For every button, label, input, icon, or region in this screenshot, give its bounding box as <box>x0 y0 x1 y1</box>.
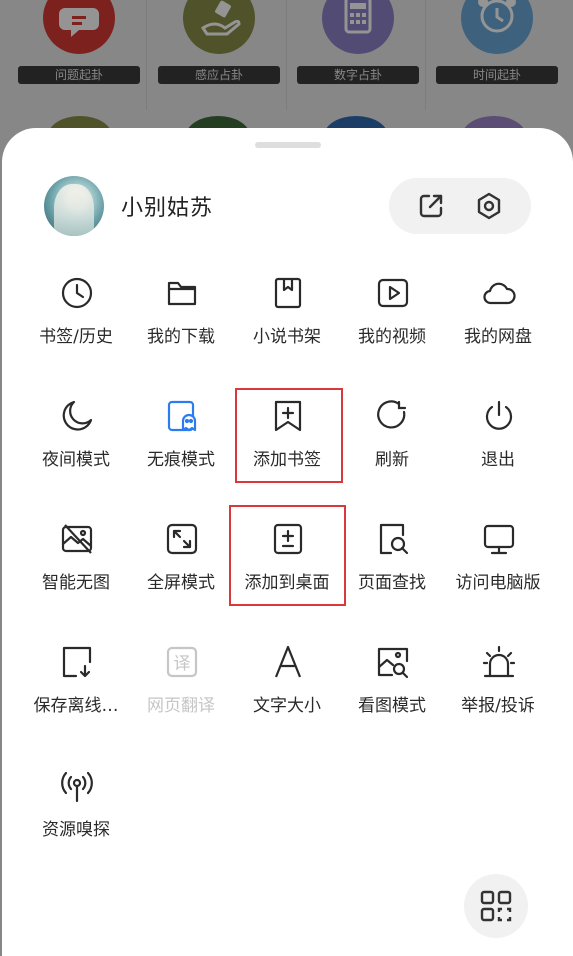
grid-apps-button[interactable] <box>464 874 528 938</box>
translate-icon: 译 <box>165 645 199 679</box>
menu-item-incognito[interactable]: 无痕模式 <box>129 399 233 499</box>
menu-item-label: 小说书架 <box>253 327 321 347</box>
username[interactable]: 小别姑苏 <box>121 190 213 222</box>
menu-item-downloads[interactable]: 我的下载 <box>129 276 233 376</box>
menu-item-my-videos[interactable]: 我的视频 <box>340 276 444 376</box>
folder-icon <box>165 276 199 310</box>
menu-item-label: 全屏模式 <box>147 573 215 593</box>
menu-item-label: 无痕模式 <box>147 450 215 470</box>
menu-item-label: 资源嗅探 <box>42 820 110 840</box>
menu-item-translate[interactable]: 译 网页翻译 <box>129 645 233 745</box>
menu-item-novel-shelf[interactable]: 小说书架 <box>235 276 339 376</box>
grid-apps-icon <box>480 890 512 922</box>
page-search-icon <box>376 522 410 556</box>
no-image-icon <box>60 522 94 556</box>
menu-item-resource-sniff[interactable]: 资源嗅探 <box>24 769 128 869</box>
text-size-icon <box>271 645 305 679</box>
menu-item-label: 我的下载 <box>147 327 215 347</box>
menu-item-report[interactable]: 举报/投诉 <box>446 645 550 745</box>
bookshelf-icon <box>271 276 305 310</box>
monitor-icon <box>482 522 516 556</box>
share-icon[interactable] <box>415 190 447 222</box>
menu-item-label: 退出 <box>481 450 515 470</box>
moon-icon <box>60 399 94 433</box>
highlight-box-add-to-desktop <box>229 505 346 606</box>
fullscreen-icon <box>165 522 199 556</box>
ghost-icon <box>165 399 199 433</box>
menu-item-label: 网页翻译 <box>147 696 215 716</box>
svg-text:译: 译 <box>174 654 191 674</box>
menu-item-page-search[interactable]: 页面查找 <box>340 522 444 622</box>
menu-item-smart-no-image[interactable]: 智能无图 <box>24 522 128 622</box>
menu-item-night-mode[interactable]: 夜间模式 <box>24 399 128 499</box>
power-icon <box>482 399 516 433</box>
menu-bottom-sheet: 小别姑苏 书签/历史 我的下载 小说书架 我的视频 我的网盘 夜间模式 无痕模式… <box>2 128 573 956</box>
menu-item-label: 书签/历史 <box>39 327 113 347</box>
menu-item-label: 保存离线… <box>33 696 119 716</box>
menu-item-label: 举报/投诉 <box>461 696 535 716</box>
clock-icon <box>60 276 94 310</box>
menu-item-bookmarks-history[interactable]: 书签/历史 <box>24 276 128 376</box>
menu-item-label: 刷新 <box>375 450 409 470</box>
menu-item-refresh[interactable]: 刷新 <box>340 399 444 499</box>
drag-handle[interactable] <box>255 142 321 148</box>
video-play-icon <box>376 276 410 310</box>
image-view-icon <box>376 645 410 679</box>
settings-icon[interactable] <box>473 190 505 222</box>
avatar[interactable] <box>44 176 104 236</box>
menu-item-text-size[interactable]: 文字大小 <box>235 645 339 745</box>
alarm-light-icon <box>482 645 516 679</box>
menu-item-label: 我的网盘 <box>464 327 532 347</box>
menu-item-label: 文字大小 <box>253 696 321 716</box>
cloud-icon <box>482 276 516 310</box>
highlight-box-add-bookmark <box>235 388 343 483</box>
menu-item-fullscreen[interactable]: 全屏模式 <box>129 522 233 622</box>
menu-item-cloud-drive[interactable]: 我的网盘 <box>446 276 550 376</box>
menu-item-label: 访问电脑版 <box>455 573 541 593</box>
menu-item-label: 我的视频 <box>358 327 426 347</box>
header-actions <box>389 178 531 234</box>
menu-item-image-view[interactable]: 看图模式 <box>340 645 444 745</box>
menu-item-label: 智能无图 <box>42 573 110 593</box>
menu-item-desktop-version[interactable]: 访问电脑版 <box>446 522 550 622</box>
menu-item-save-offline[interactable]: 保存离线… <box>24 645 128 745</box>
signal-tower-icon <box>60 769 94 803</box>
menu-item-exit[interactable]: 退出 <box>446 399 550 499</box>
refresh-icon <box>376 399 410 433</box>
save-offline-icon <box>60 645 94 679</box>
menu-item-label: 页面查找 <box>358 573 426 593</box>
menu-item-label: 夜间模式 <box>42 450 110 470</box>
menu-item-label: 看图模式 <box>358 696 426 716</box>
